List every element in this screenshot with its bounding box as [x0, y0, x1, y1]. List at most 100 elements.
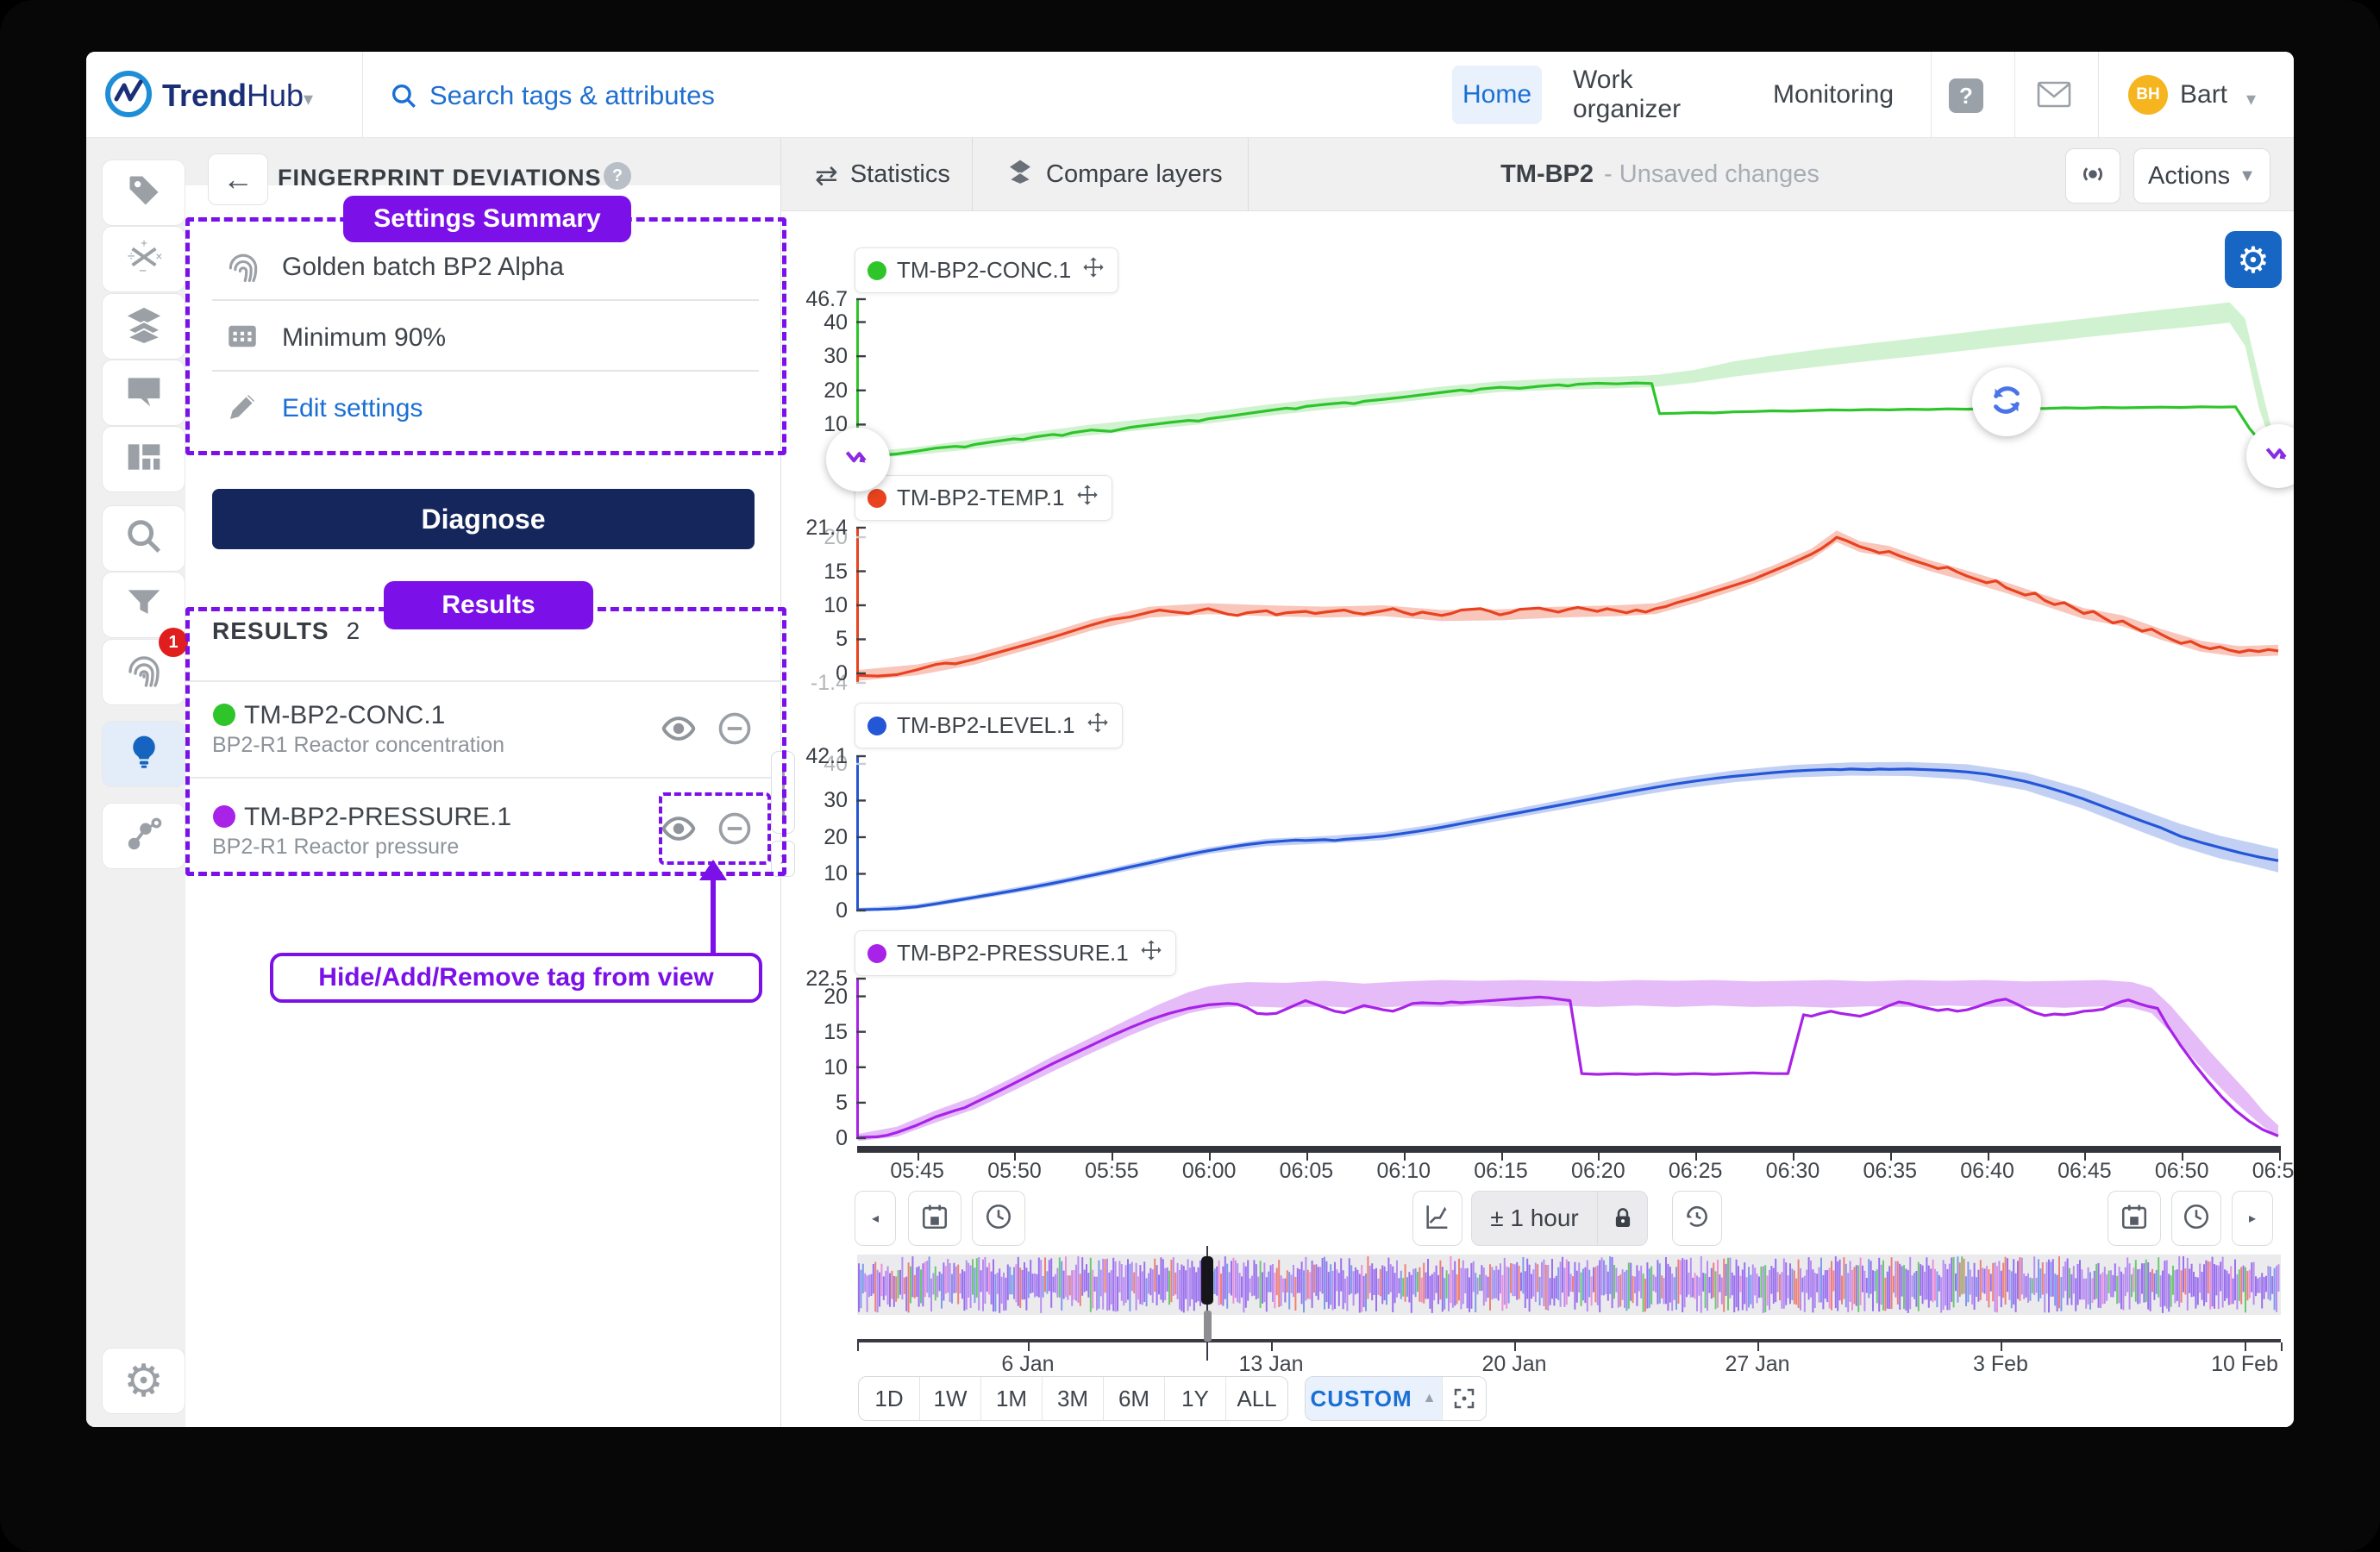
zigzag-trend-icon [2262, 438, 2294, 475]
trendhub-logo-icon[interactable] [103, 69, 153, 123]
series-color-dot [867, 261, 886, 280]
panel-help-icon[interactable]: ? [604, 162, 631, 190]
refresh-button[interactable] [1972, 367, 2041, 436]
actions-button[interactable]: Actions▼ [2133, 148, 2270, 203]
hide-tag-annotation-callout: Hide/Add/Remove tag from view [270, 953, 762, 1003]
edit-settings-link[interactable]: Edit settings [282, 394, 423, 423]
rail-suggestions-button[interactable] [102, 721, 185, 787]
search-input[interactable]: Search tags & attributes [429, 80, 715, 111]
timeline-cursor-handle[interactable] [1201, 1256, 1213, 1305]
lock-button[interactable] [1597, 1191, 1647, 1246]
preset-range-group: 1D 1W 1M 3M 6M 1Y ALL [858, 1376, 1288, 1421]
nav-tab-monitoring[interactable]: Monitoring [1773, 66, 1894, 124]
zigzag-trend-icon [842, 441, 874, 479]
rail-search-button[interactable] [102, 505, 185, 572]
range-1d-button[interactable]: 1D [859, 1377, 920, 1420]
user-avatar[interactable]: BH [2128, 75, 2168, 115]
remove-tag-icon[interactable] [716, 810, 754, 852]
layers-icon [124, 304, 164, 348]
live-broadcast-button[interactable] [2065, 148, 2120, 203]
divider [1931, 52, 1932, 138]
date-tick-label: 27 Jan [1725, 1352, 1789, 1377]
chart-workspace: ⇄Statistics Compare layers TM-BP2- Unsav… [780, 138, 2294, 1427]
brand-name: TrendHub [162, 78, 304, 114]
y-tick-label: 10 [780, 1055, 848, 1080]
comment-icon [125, 372, 163, 414]
visibility-eye-icon[interactable] [660, 810, 698, 852]
panel-resize-handle[interactable] [771, 751, 795, 834]
chart-plot-TM-BP2-PRESSURE.1[interactable] [856, 976, 2283, 1141]
legend-chip[interactable]: TM-BP2-CONC.1 [855, 247, 1118, 293]
statistics-label: Statistics [850, 160, 950, 189]
x-tick-label: 06:00 [1182, 1159, 1237, 1184]
calendar-start-button[interactable] [908, 1191, 961, 1246]
time-start-button[interactable] [972, 1191, 1025, 1246]
user-name[interactable]: Bart [2180, 80, 2227, 110]
statistics-button[interactable]: ⇄Statistics [815, 138, 950, 211]
fit-view-button[interactable] [1442, 1377, 1486, 1420]
x-axis [857, 1146, 2281, 1153]
range-1w-button[interactable]: 1W [920, 1377, 981, 1420]
rail-tags-button[interactable] [102, 160, 185, 226]
divider [2098, 52, 2099, 138]
range-6m-button[interactable]: 6M [1104, 1377, 1165, 1420]
overview-timeline[interactable] [857, 1255, 2281, 1315]
range-1m-button[interactable]: 1M [981, 1377, 1043, 1420]
calendar-end-button[interactable] [2108, 1191, 2161, 1246]
help-icon[interactable]: ? [1949, 78, 1983, 113]
date-tick-mark [1514, 1342, 1516, 1351]
rail-settings-button[interactable]: ⚙ [102, 1348, 185, 1414]
date-tick-label: 20 Jan [1481, 1352, 1546, 1377]
timeline-cursor-grip[interactable] [1204, 1311, 1212, 1342]
compare-layers-button[interactable]: Compare layers [1006, 138, 1223, 211]
legend-chip[interactable]: TM-BP2-PRESSURE.1 [855, 930, 1176, 976]
results-annotation-badge: Results [384, 581, 593, 629]
divider [362, 52, 363, 138]
range-1y-button[interactable]: 1Y [1165, 1377, 1226, 1420]
range-3m-button[interactable]: 3M [1043, 1377, 1104, 1420]
chart-settings-button[interactable]: ⚙ [2225, 231, 2282, 288]
time-range-label[interactable]: ± 1 hour [1472, 1205, 1597, 1232]
rail-layers-button[interactable] [102, 293, 185, 360]
remove-tag-icon[interactable] [716, 710, 754, 752]
custom-range-button[interactable]: CUSTOM▲ [1306, 1377, 1442, 1420]
rail-comments-button[interactable] [102, 360, 185, 426]
chart-plot-TM-BP2-LEVEL.1[interactable] [856, 754, 2283, 913]
refresh-icon [1987, 380, 2026, 424]
timeline-noise-series [861, 1256, 2274, 1312]
legend-chip[interactable]: TM-BP2-TEMP.1 [855, 475, 1112, 521]
history-button[interactable] [1672, 1191, 1722, 1246]
panel-collapse-button[interactable]: › [771, 841, 795, 877]
time-end-button[interactable] [2171, 1191, 2221, 1246]
messages-icon[interactable] [2037, 81, 2071, 112]
divider [972, 138, 973, 211]
back-button[interactable]: ← [208, 153, 268, 205]
x-tick-label: 06:15 [1474, 1159, 1528, 1184]
pan-right-button[interactable]: ▸ [2232, 1191, 2273, 1246]
range-all-button[interactable]: ALL [1226, 1377, 1287, 1420]
result-item-subtitle: BP2-R1 Reactor pressure [212, 835, 459, 860]
x-tick-label: 05:50 [987, 1159, 1042, 1184]
trend-signal-button[interactable] [826, 428, 890, 491]
chart-plot-TM-BP2-TEMP.1[interactable] [856, 525, 2283, 685]
visibility-eye-icon[interactable] [660, 710, 698, 752]
pan-left-button[interactable]: ◂ [855, 1191, 896, 1246]
legend-chip[interactable]: TM-BP2-LEVEL.1 [855, 703, 1123, 748]
chart-plot-TM-BP2-CONC.1[interactable] [856, 297, 2283, 461]
search-icon[interactable] [389, 81, 418, 115]
brand-caret-icon[interactable]: ▾ [304, 88, 313, 110]
result-item-title[interactable]: TM-BP2-CONC.1 [244, 701, 445, 730]
user-menu-caret-icon[interactable]: ▾ [2246, 88, 2256, 110]
rail-connections-button[interactable] [102, 803, 185, 869]
diagnose-button[interactable]: Diagnose [212, 489, 755, 549]
rail-dashboards-button[interactable] [102, 426, 185, 492]
golden-batch-band [858, 303, 2278, 459]
series-name: TM-BP2-TEMP.1 [897, 485, 1065, 511]
step-chart-button[interactable] [1412, 1191, 1462, 1246]
date-tick-label: 13 Jan [1238, 1352, 1303, 1377]
x-tick-label: 05:45 [890, 1159, 944, 1184]
result-item-title[interactable]: TM-BP2-PRESSURE.1 [244, 803, 511, 832]
rail-formulas-button[interactable]: +÷×− [102, 226, 185, 292]
nav-tab-home[interactable]: Home [1452, 66, 1542, 124]
nav-tab-work-organizer[interactable]: Work organizer [1573, 66, 1735, 124]
